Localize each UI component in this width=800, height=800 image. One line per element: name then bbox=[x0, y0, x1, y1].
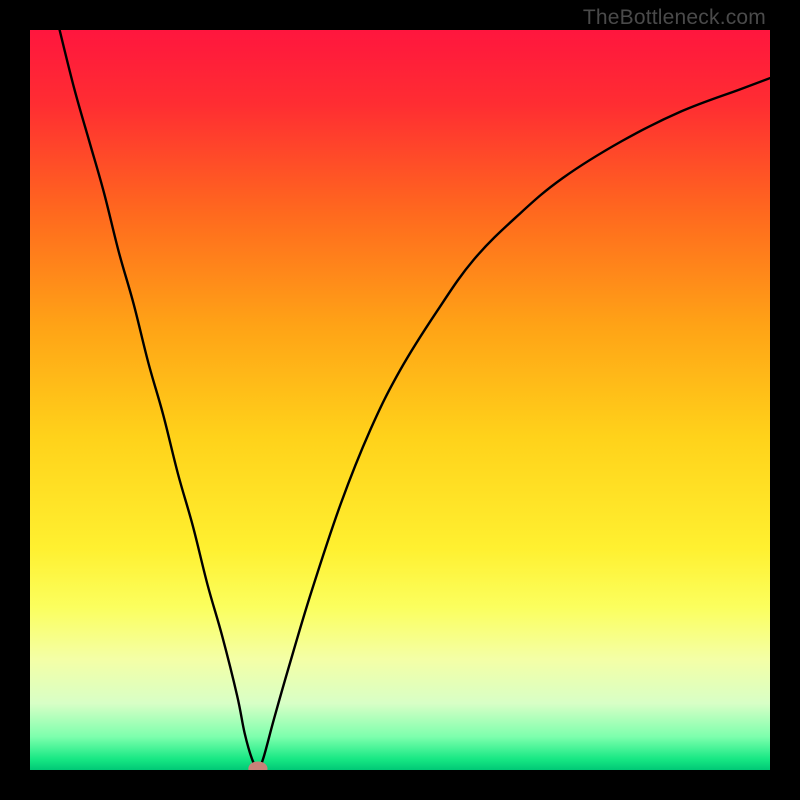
bottleneck-chart bbox=[30, 30, 770, 770]
chart-background-gradient bbox=[30, 30, 770, 770]
watermark-text: TheBottleneck.com bbox=[583, 6, 766, 30]
chart-frame bbox=[30, 30, 770, 770]
